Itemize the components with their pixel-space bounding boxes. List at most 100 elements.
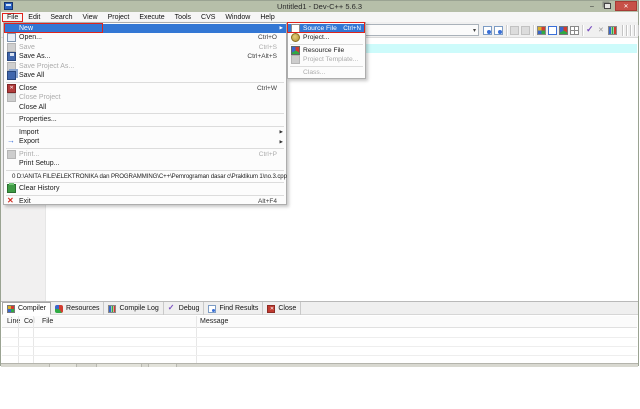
menu-item-recent-file[interactable]: 0 D:\ANITA FILE\ELEKTRONIKA dan PROGRAMM… [4, 172, 286, 182]
exit-icon [7, 197, 16, 206]
compiler-tab-icon [7, 305, 15, 313]
title-bar[interactable]: Untitled1 - Dev-C++ 5.6.3 [1, 1, 638, 12]
menu-item-import[interactable]: Import [4, 128, 286, 138]
export-arrow-icon [7, 137, 16, 146]
debug-tab-icon [168, 305, 176, 313]
project-template-icon [291, 55, 300, 64]
submenu-item-project-template: Project Template... [288, 55, 365, 65]
open-folder-icon [7, 33, 16, 42]
tab-label: Find Results [219, 305, 258, 312]
menu-item-export[interactable]: Export [4, 137, 286, 147]
disabled-tool-icon [521, 26, 530, 35]
compiler-table-header: Line Col File Message [2, 316, 637, 328]
devcpp-window: Untitled1 - Dev-C++ 5.6.3 File Edit Sear… [0, 0, 639, 366]
toolbar-buttons [482, 24, 640, 36]
submenu-item-source-file[interactable]: Source File Ctrl+N [288, 24, 365, 34]
menu-item-close[interactable]: Close Ctrl+W [4, 84, 286, 94]
menu-cvs[interactable]: CVS [196, 13, 220, 22]
project-icon [291, 33, 300, 42]
menu-window[interactable]: Window [220, 13, 255, 22]
submenu-item-class: Class... [288, 68, 365, 78]
screen: Untitled1 - Dev-C++ 5.6.3 File Edit Sear… [0, 0, 640, 409]
menu-tools[interactable]: Tools [170, 13, 196, 22]
submenu-item-resource-file[interactable]: Resource File [288, 46, 365, 56]
menu-edit[interactable]: Edit [23, 13, 45, 22]
restore-button[interactable] [601, 1, 613, 11]
status-segment [148, 364, 177, 367]
new-project-icon[interactable] [537, 26, 546, 35]
print-icon [7, 150, 16, 159]
tab-debug[interactable]: Debug [164, 302, 205, 315]
disabled-tool-icon [510, 26, 519, 35]
submenu-item-project[interactable]: Project... [288, 33, 365, 43]
menu-execute[interactable]: Execute [134, 13, 169, 22]
tab-label: Close [278, 305, 296, 312]
find-results-tab-icon [208, 305, 216, 313]
find-icon[interactable] [483, 26, 492, 35]
row-divider [2, 355, 637, 356]
column-file: File [42, 318, 53, 325]
menu-item-close-project: Close Project [4, 93, 286, 103]
close-file-icon [7, 84, 16, 93]
minimize-button[interactable] [586, 1, 598, 11]
tab-label: Debug [179, 305, 200, 312]
close-project-icon [7, 93, 16, 102]
tab-compiler[interactable]: Compiler [2, 302, 51, 315]
menu-bar: File Edit Search View Project Execute To… [1, 12, 638, 22]
close-tab-icon [267, 305, 275, 313]
menu-item-save: Save Ctrl+S [4, 43, 286, 53]
status-bar [1, 363, 638, 367]
menu-item-save-as[interactable]: Save As... Ctrl+Alt+S [4, 52, 286, 62]
file-menu-dropdown: New Open... Ctrl+O Save Ctrl+S Save As..… [3, 22, 287, 205]
tab-label: Compile Log [119, 305, 158, 312]
menu-search[interactable]: Search [45, 13, 77, 22]
report-tabs: Compiler Resources Compile Log Debug Fin… [2, 302, 638, 315]
source-file-icon [291, 24, 300, 33]
find-in-files-icon[interactable] [494, 26, 503, 35]
menu-item-close-all[interactable]: Close All [4, 103, 286, 113]
tab-find-results[interactable]: Find Results [204, 302, 263, 315]
menu-view[interactable]: View [78, 13, 103, 22]
tab-label: Resources [66, 305, 99, 312]
toolbar-grips [622, 25, 640, 36]
save-all-icon [7, 71, 16, 80]
save-as-icon [7, 52, 16, 61]
menu-item-exit[interactable]: Exit Alt+F4 [4, 197, 286, 207]
resources-tab-icon [55, 305, 63, 313]
syntax-check-icon[interactable] [586, 26, 595, 35]
clear-history-icon [7, 184, 16, 193]
tab-compile-log[interactable]: Compile Log [104, 302, 163, 315]
row-divider [2, 337, 637, 338]
menu-project[interactable]: Project [103, 13, 135, 22]
toolbar-separator [533, 25, 534, 36]
status-segment [96, 364, 142, 367]
package-icon[interactable] [570, 26, 579, 35]
toolbar-separator [582, 25, 583, 36]
report-panel: Compiler Resources Compile Log Debug Fin… [1, 301, 638, 363]
compile-log-tab-icon [108, 305, 116, 313]
menu-help[interactable]: Help [255, 13, 279, 22]
status-segment [49, 364, 77, 367]
row-divider [2, 346, 637, 347]
tab-resources[interactable]: Resources [51, 302, 104, 315]
menu-item-save-all[interactable]: Save All [4, 71, 286, 81]
menu-item-save-project-as: Save Project As... [4, 62, 286, 72]
tab-label: Compiler [18, 305, 46, 312]
menu-item-properties[interactable]: Properties... [4, 115, 286, 125]
menu-item-print: Print... Ctrl+P [4, 150, 286, 160]
window-title: Untitled1 - Dev-C++ 5.6.3 [1, 2, 638, 11]
new-file-icon[interactable] [548, 26, 557, 35]
resource-file-icon [291, 46, 300, 55]
menu-item-clear-history[interactable]: Clear History [4, 184, 286, 194]
menu-file[interactable]: File [2, 13, 23, 22]
resource-icon[interactable] [559, 26, 568, 35]
menu-item-print-setup[interactable]: Print Setup... [4, 159, 286, 169]
close-button[interactable] [615, 1, 637, 11]
save-icon [7, 43, 16, 52]
profile-chart-icon[interactable] [608, 26, 617, 35]
tab-close[interactable]: Close [263, 302, 301, 315]
menu-item-new[interactable]: New [4, 24, 286, 34]
menu-item-open[interactable]: Open... Ctrl+O [4, 33, 286, 43]
abort-icon [597, 26, 606, 35]
toolbar-separator [506, 25, 507, 36]
